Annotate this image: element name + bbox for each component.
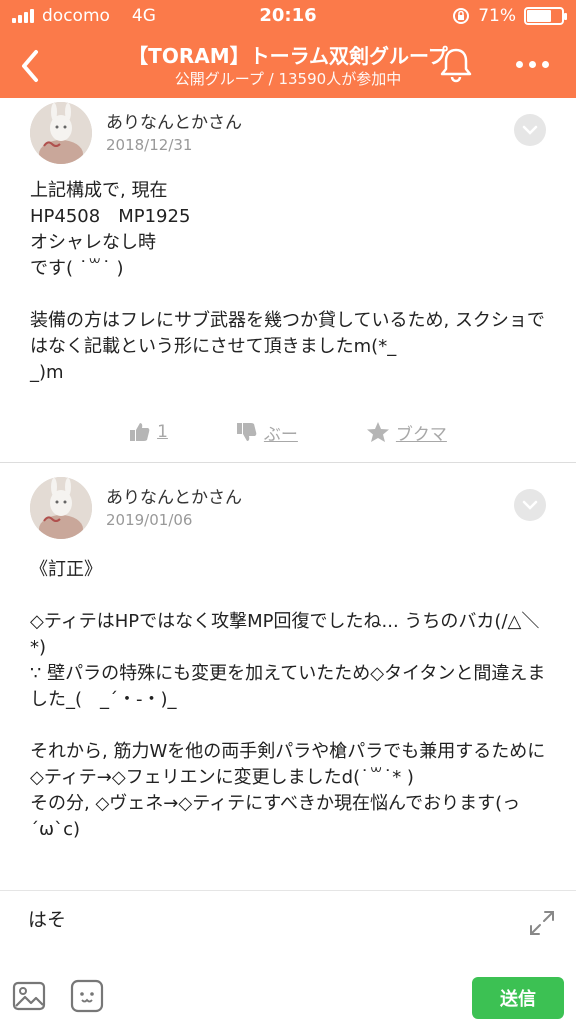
post-body: 上記構成で, 現在 HP4508 MP1925 オシャレなし時 です( ˙꒳˙ … bbox=[30, 180, 545, 383]
expand-icon[interactable] bbox=[528, 909, 556, 937]
dislike-label: ぶー bbox=[263, 424, 298, 445]
bookmark-button[interactable]: ブクマ bbox=[366, 420, 447, 445]
battery-percent: 71% bbox=[478, 6, 516, 26]
post-item: ありなんとかさん 2018/12/31 上記構成で, 現在 HP4508 MP1… bbox=[0, 98, 576, 462]
app-header: 【TORAM】トーラム双剣グループ 公開グループ / 13590人が参加中 bbox=[0, 34, 576, 98]
bookmark-label: ブクマ bbox=[395, 424, 447, 445]
dislike-button[interactable]: ぶー bbox=[236, 420, 298, 445]
bell-icon[interactable] bbox=[436, 44, 476, 84]
post-date: 2019/01/06 bbox=[106, 511, 193, 529]
like-count: 1 bbox=[157, 422, 168, 442]
post-date: 2018/12/31 bbox=[106, 136, 193, 154]
message-composer: はそ 送信 bbox=[0, 890, 576, 1024]
like-button[interactable]: 1 bbox=[129, 422, 168, 442]
image-icon[interactable] bbox=[12, 979, 46, 1013]
sticker-icon[interactable] bbox=[70, 979, 104, 1013]
avatar[interactable] bbox=[30, 102, 92, 164]
group-title: 【TORAM】トーラム双剣グループ bbox=[128, 44, 448, 68]
group-subtitle: 公開グループ / 13590人が参加中 bbox=[174, 70, 402, 88]
star-icon bbox=[366, 422, 389, 442]
battery-level bbox=[527, 10, 552, 22]
post-author[interactable]: ありなんとかさん bbox=[106, 108, 242, 133]
post-body: 《訂正》 ◇ティテはHPではなく攻撃MP回復でしたね... うちのバカ(/△＼*… bbox=[30, 559, 546, 840]
battery-icon bbox=[524, 7, 567, 25]
rotation-lock-icon bbox=[453, 8, 470, 24]
thumbs-down-icon bbox=[236, 423, 257, 441]
chevron-down-icon bbox=[522, 125, 538, 135]
post-menu-button[interactable] bbox=[514, 489, 546, 521]
thumbs-up-icon bbox=[130, 423, 150, 441]
post-actions: 1 ぶー ブクマ bbox=[30, 402, 546, 462]
status-right: 71% bbox=[452, 6, 567, 26]
more-dots-icon[interactable] bbox=[512, 52, 552, 76]
post-menu-button[interactable] bbox=[514, 114, 546, 146]
post-header: ありなんとかさん 2018/12/31 bbox=[30, 98, 546, 168]
post-item: ありなんとかさん 2019/01/06 《訂正》 ◇ティテはHPではなく攻撃MP… bbox=[0, 463, 576, 843]
message-input[interactable]: はそ bbox=[28, 905, 66, 932]
send-button[interactable]: 送信 bbox=[472, 977, 564, 1019]
status-bar: docomo 4G 20:16 71% bbox=[0, 0, 576, 34]
post-list[interactable]: ありなんとかさん 2018/12/31 上記構成で, 現在 HP4508 MP1… bbox=[0, 98, 576, 890]
post-author[interactable]: ありなんとかさん bbox=[106, 483, 242, 508]
avatar[interactable] bbox=[30, 477, 92, 539]
post-header: ありなんとかさん 2019/01/06 bbox=[30, 473, 546, 543]
chevron-down-icon bbox=[522, 500, 538, 510]
